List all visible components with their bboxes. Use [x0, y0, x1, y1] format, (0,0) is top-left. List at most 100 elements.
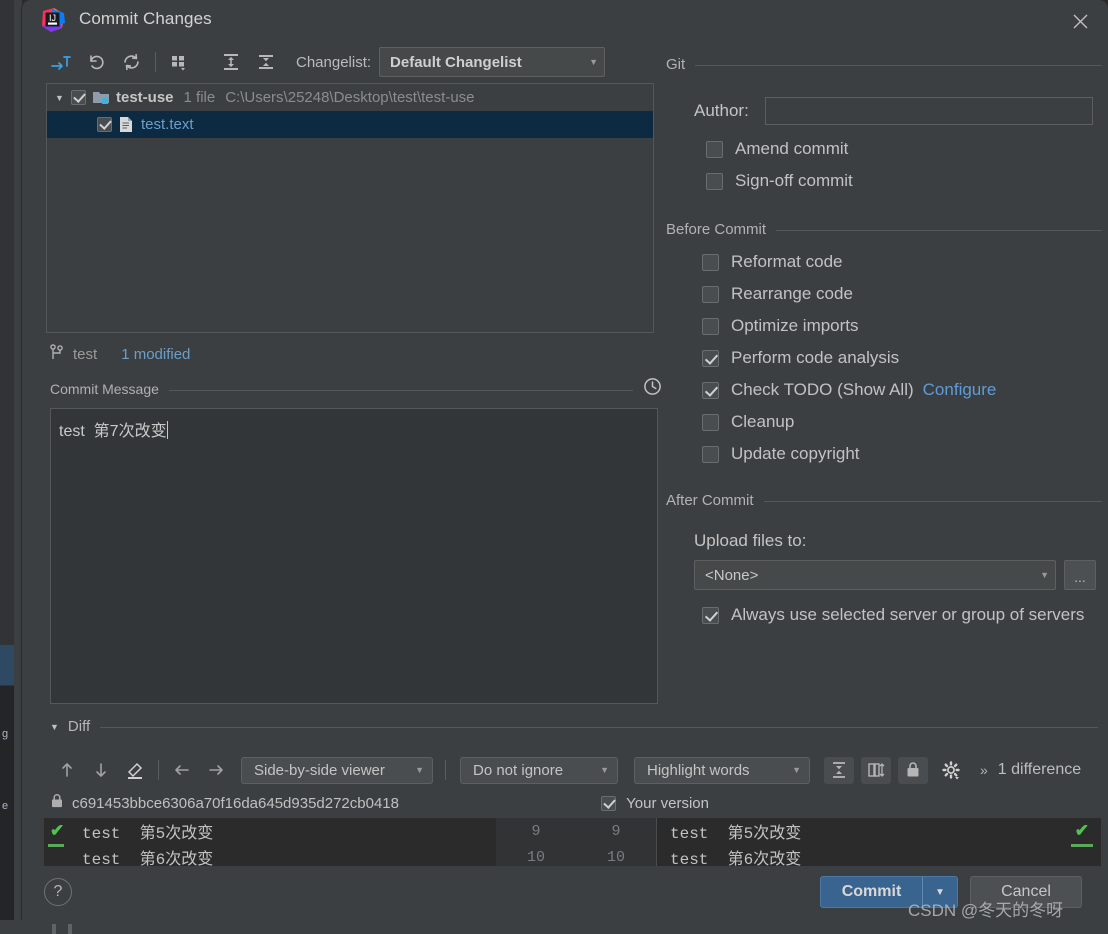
reformat-code-checkbox[interactable]	[702, 253, 719, 271]
amend-commit-checkbox-row[interactable]: Amend commit	[706, 133, 1102, 165]
perform-code-analysis-row[interactable]: Perform code analysis	[702, 342, 1102, 374]
configure-link[interactable]: Configure	[923, 380, 997, 400]
diff-left-pane[interactable]: ✔ test 第5次改变 test 第6次改变	[44, 818, 496, 866]
expand-triangle-icon[interactable]: ▼	[55, 93, 71, 103]
accept-left-icon[interactable]	[165, 756, 199, 784]
collapse-all-icon[interactable]	[251, 49, 281, 75]
diff-gutter-row-1: 9 9	[496, 818, 656, 844]
upload-files-label: Upload files to:	[694, 531, 807, 550]
before-commit-title: Before Commit	[666, 221, 767, 238]
highlight-mode-value: Highlight words	[647, 761, 750, 779]
next-difference-icon[interactable]	[84, 756, 118, 784]
close-icon[interactable]	[1064, 6, 1096, 36]
help-button[interactable]: ?	[44, 878, 72, 906]
optimize-imports-label: Optimize imports	[731, 316, 859, 335]
tree-row-root[interactable]: ▼ test-use 1 file C:\Users\25248\Desktop…	[47, 84, 653, 111]
refresh-icon[interactable]	[116, 49, 146, 75]
amend-commit-checkbox[interactable]	[706, 140, 723, 158]
author-label: Author:	[694, 101, 749, 120]
optimize-imports-row[interactable]: Optimize imports	[702, 310, 1102, 342]
commit-button[interactable]: Commit	[820, 876, 922, 908]
update-copyright-row[interactable]: Update copyright	[702, 438, 1102, 470]
check-todo-label: Check TODO (Show All)	[731, 380, 914, 399]
background-glyph-e: e	[2, 800, 9, 812]
background-ide-strip: g e	[0, 0, 22, 934]
background-status-bar	[0, 920, 1108, 934]
optimize-imports-checkbox[interactable]	[702, 317, 719, 335]
your-version-row[interactable]: Your version	[601, 795, 1101, 812]
commit-message-input[interactable]: test 第7次改变	[50, 408, 658, 704]
rearrange-code-row[interactable]: Rearrange code	[702, 278, 1102, 310]
changes-file-tree[interactable]: ▼ test-use 1 file C:\Users\25248\Desktop…	[46, 83, 654, 333]
toolbar-separator	[155, 52, 156, 72]
branch-status-bar: test 1 modified	[50, 339, 662, 369]
diff-toolbar: Side-by-side viewer ▼ Do not ignore ▼ Hi…	[50, 752, 1098, 788]
chevron-down-icon: ▼	[589, 57, 599, 67]
lock-readonly-icon[interactable]	[898, 756, 928, 784]
changelist-combo[interactable]: Default Changelist ▼	[379, 47, 606, 77]
diff-line-left-1: 9	[531, 822, 541, 840]
always-use-server-row[interactable]: Always use selected server or group of s…	[702, 599, 1102, 631]
expand-all-icon[interactable]	[216, 49, 246, 75]
ignore-mode-combo[interactable]: Do not ignore ▼	[460, 756, 618, 784]
diff-gutter-row-2: 10 10	[496, 844, 656, 866]
author-row: Author:	[694, 97, 1102, 125]
edit-icon[interactable]	[118, 756, 152, 784]
chevron-down-icon: ▼	[600, 765, 609, 775]
synchronize-scroll-icon[interactable]	[861, 756, 891, 784]
git-section-title: Git	[666, 56, 686, 73]
cleanup-row[interactable]: Cleanup	[702, 406, 1102, 438]
browse-servers-button[interactable]: ...	[1064, 560, 1096, 590]
commit-message-divider	[168, 389, 633, 391]
upload-server-combo[interactable]: <None> ▼	[694, 560, 1056, 590]
highlight-mode-combo[interactable]: Highlight words ▼	[634, 756, 810, 784]
diff-accept-check-icon[interactable]: ✔	[50, 821, 64, 841]
author-field[interactable]	[764, 97, 1093, 125]
file-checkbox[interactable]	[97, 117, 112, 132]
diff-left-line-1: test 第5次改变	[82, 825, 214, 843]
collapse-unchanged-icon[interactable]	[824, 756, 854, 784]
cleanup-checkbox[interactable]	[702, 413, 719, 431]
diff-section-divider	[100, 727, 1098, 728]
update-copyright-checkbox[interactable]	[702, 445, 719, 463]
perform-code-analysis-checkbox[interactable]	[702, 349, 719, 367]
previous-difference-icon[interactable]	[50, 756, 84, 784]
settings-gear-icon[interactable]	[934, 756, 968, 784]
signoff-commit-checkbox[interactable]	[706, 172, 723, 190]
tree-row-file[interactable]: test.text	[47, 111, 653, 138]
your-version-checkbox[interactable]	[601, 795, 617, 811]
clock-history-icon[interactable]	[643, 377, 662, 401]
left-column: Changelist: Default Changelist ▼ ▼ test-…	[28, 44, 662, 704]
always-use-server-checkbox[interactable]	[702, 606, 719, 624]
upload-row: <None> ▼ ...	[694, 560, 1102, 590]
signoff-commit-checkbox-row[interactable]: Sign-off commit	[706, 165, 1102, 197]
show-diff-icon[interactable]	[46, 49, 76, 75]
check-todo-row[interactable]: Check TODO (Show All) Configure	[702, 374, 1102, 406]
root-checkbox[interactable]	[71, 90, 86, 105]
group-by-icon[interactable]	[165, 49, 195, 75]
diff-accept-check-icon-right[interactable]: ✔	[1075, 821, 1089, 841]
reformat-code-row[interactable]: Reformat code	[702, 246, 1102, 278]
intellij-idea-logo: IJ	[40, 7, 67, 34]
background-selected-tab	[0, 645, 14, 685]
modified-count[interactable]: 1 modified	[121, 346, 190, 363]
diff-section-header: ▼ Diff	[50, 718, 1098, 735]
diff-right-pane[interactable]: test 第5次改变 test 第6次改变 ✔	[656, 818, 1101, 866]
git-section-header: Git	[666, 56, 1102, 73]
before-commit-header: Before Commit	[666, 221, 1102, 238]
check-todo-checkbox[interactable]	[702, 381, 719, 399]
svg-text:IJ: IJ	[49, 13, 56, 23]
diff-overflow-button[interactable]: »	[980, 762, 988, 778]
rollback-icon[interactable]	[81, 49, 111, 75]
root-file-count: 1 file	[183, 89, 216, 106]
root-name: test-use	[116, 89, 174, 106]
diff-section-label: Diff	[67, 718, 91, 735]
before-commit-group: Reformat code Rearrange code Optimize im…	[702, 246, 1102, 470]
your-version-label: Your version	[626, 794, 709, 812]
viewer-mode-combo[interactable]: Side-by-side viewer ▼	[241, 756, 433, 784]
commit-message-label: Commit Message	[50, 381, 159, 397]
rearrange-code-checkbox[interactable]	[702, 285, 719, 303]
collapse-triangle-icon[interactable]: ▼	[50, 722, 59, 732]
diff-viewer-body[interactable]: ✔ test 第5次改变 test 第6次改变 9 9 10 10 test 第…	[44, 818, 1101, 866]
accept-right-icon[interactable]	[199, 756, 233, 784]
